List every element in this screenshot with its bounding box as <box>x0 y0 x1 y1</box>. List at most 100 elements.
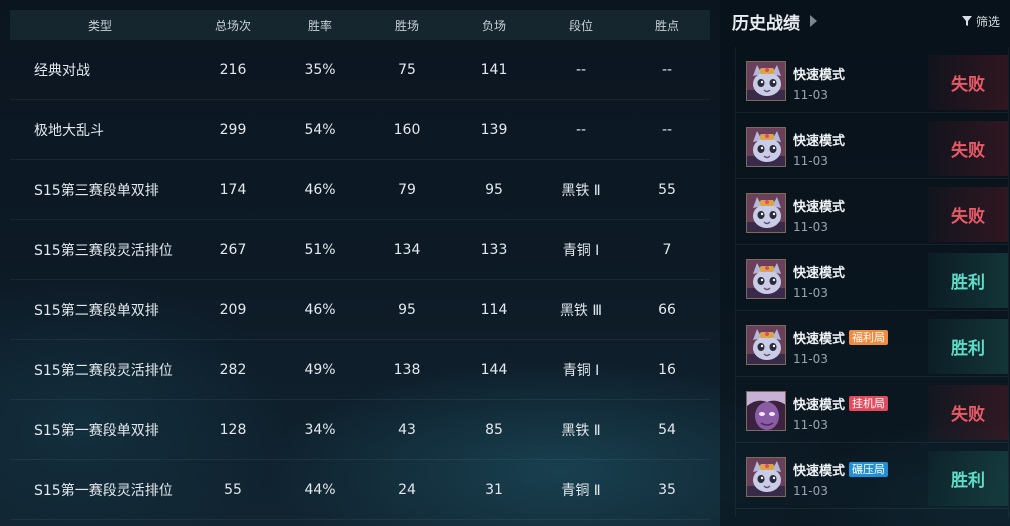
match-mode: 快速模式 碾压局 <box>793 460 889 479</box>
champion-avatar <box>746 193 786 233</box>
match-tag-badge: 挂机局 <box>849 396 889 411</box>
match-list: 快速模式 11-03 失败 快速模式 11-03 失败 快速模式 11-03 失败 快速模式 11-… <box>735 47 1009 517</box>
cell-lp: 16 <box>658 361 676 378</box>
cell-losses: 85 <box>485 421 503 438</box>
match-item[interactable]: 快速模式 11-03 胜利 <box>736 245 1008 311</box>
result-defeat: 失败 <box>928 385 1008 440</box>
cell-losses: 139 <box>480 121 508 138</box>
cell-rank: 青铜 Ⅰ <box>562 362 600 379</box>
cell-total: 174 <box>219 181 247 198</box>
match-item[interactable]: 快速模式 11-03 失败 <box>736 47 1008 113</box>
cell-type: S15第一赛段单双排 <box>34 422 159 439</box>
match-mode: 快速模式 <box>793 130 845 149</box>
champion-avatar <box>746 61 786 101</box>
table-row: S15第一赛段单双排 128 34% 43 85 黑铁 Ⅱ 54 <box>10 400 710 460</box>
table-row: S15第一赛段灵活排位 55 44% 24 31 青铜 Ⅱ 35 <box>10 460 710 520</box>
cell-rank: -- <box>575 61 587 78</box>
cell-rank: 青铜 Ⅱ <box>561 482 601 499</box>
table-header: 类型 总场次 胜率 胜场 负场 段位 胜点 <box>10 10 710 40</box>
table-row: S15第二赛段灵活排位 282 49% 138 144 青铜 Ⅰ 16 <box>10 340 710 400</box>
header-total: 总场次 <box>214 18 251 33</box>
filter-icon <box>961 16 972 26</box>
cell-lp: 54 <box>658 421 676 438</box>
cell-rank: 青铜 Ⅰ <box>562 242 600 259</box>
cell-total: 216 <box>219 61 247 78</box>
cell-lp: -- <box>661 61 673 78</box>
cell-wins: 160 <box>393 121 421 138</box>
table-row: S15第三赛段单双排 174 46% 79 95 黑铁 Ⅱ 55 <box>10 160 710 220</box>
result-defeat: 失败 <box>928 55 1008 110</box>
cell-wins: 43 <box>398 421 416 438</box>
result-defeat: 失败 <box>928 187 1008 242</box>
cell-type: 极地大乱斗 <box>34 122 104 139</box>
match-history-panel: 历史战绩 筛选 快速模式 11-03 失败 快速模式 11-03 失败 快速模式 11-03 失… <box>720 0 1010 526</box>
cell-total: 299 <box>219 121 247 138</box>
match-date: 11-03 <box>793 352 828 366</box>
cell-winrate: 54% <box>304 121 336 138</box>
match-mode: 快速模式 <box>793 262 845 281</box>
cell-winrate: 46% <box>304 181 336 198</box>
filter-button[interactable]: 筛选 <box>961 13 1000 30</box>
table-row: S15第三赛段灵活排位 267 51% 134 133 青铜 Ⅰ 7 <box>10 220 710 280</box>
cell-losses: 31 <box>485 481 503 498</box>
header-winrate: 胜率 <box>307 18 332 33</box>
match-item[interactable]: 快速模式 挂机局 11-03 失败 <box>736 377 1008 443</box>
cell-winrate: 34% <box>304 421 336 438</box>
cell-rank: 黑铁 Ⅱ <box>561 182 601 199</box>
cell-lp: -- <box>661 121 673 138</box>
cell-wins: 24 <box>398 481 416 498</box>
match-mode: 快速模式 福利局 <box>793 328 889 347</box>
cell-lp: 55 <box>658 181 676 198</box>
match-history-title: 历史战绩 <box>732 13 800 34</box>
table-row: S15第二赛段单双排 209 46% 95 114 黑铁 Ⅲ 66 <box>10 280 710 340</box>
match-mode-label: 快速模式 <box>793 134 846 149</box>
cell-wins: 95 <box>398 301 416 318</box>
match-date: 11-03 <box>793 286 828 300</box>
cell-lp: 7 <box>662 241 672 258</box>
result-victory: 胜利 <box>928 253 1008 308</box>
match-item[interactable]: 快速模式 福利局 11-03 胜利 <box>736 311 1008 377</box>
cell-losses: 144 <box>480 361 508 378</box>
cell-winrate: 46% <box>304 301 336 318</box>
cell-losses: 133 <box>480 241 508 258</box>
header-losses: 负场 <box>481 18 506 33</box>
header-wins: 胜场 <box>394 18 419 33</box>
cell-winrate: 51% <box>304 241 336 258</box>
cell-type: S15第二赛段灵活排位 <box>34 362 173 379</box>
chevron-right-icon[interactable] <box>810 15 817 27</box>
cell-total: 128 <box>219 421 247 438</box>
header-type: 类型 <box>87 18 112 33</box>
result-victory: 胜利 <box>928 451 1008 506</box>
cell-lp: 66 <box>658 301 676 318</box>
champion-avatar <box>746 391 786 431</box>
cell-lp: 35 <box>658 481 676 498</box>
match-item[interactable]: 快速模式 11-03 失败 <box>736 113 1008 179</box>
match-mode-label: 快速模式 <box>793 332 846 347</box>
cell-rank: 黑铁 Ⅲ <box>559 302 603 319</box>
cell-total: 282 <box>219 361 247 378</box>
cell-type: S15第二赛段单双排 <box>34 302 159 319</box>
cell-rank: 黑铁 Ⅱ <box>561 422 601 439</box>
cell-wins: 79 <box>398 181 416 198</box>
match-mode-label: 快速模式 <box>793 200 846 215</box>
cell-winrate: 49% <box>304 361 336 378</box>
cell-wins: 75 <box>398 61 416 78</box>
header-lp: 胜点 <box>654 18 679 33</box>
match-date: 11-03 <box>793 88 828 102</box>
match-item[interactable]: 快速模式 碾压局 11-03 胜利 <box>736 443 1008 509</box>
cell-wins: 134 <box>393 241 421 258</box>
match-mode-label: 快速模式 <box>793 266 846 281</box>
table-row: 极地大乱斗 299 54% 160 139 -- -- <box>10 100 710 160</box>
match-mode-label: 快速模式 <box>793 464 846 479</box>
match-date: 11-03 <box>793 484 828 498</box>
table-row: 经典对战 216 35% 75 141 -- -- <box>10 40 710 100</box>
match-mode-label: 快速模式 <box>793 398 846 413</box>
filter-label: 筛选 <box>975 14 1000 29</box>
cell-rank: -- <box>575 121 587 138</box>
cell-total: 267 <box>219 241 247 258</box>
match-item[interactable]: 快速模式 11-03 失败 <box>736 179 1008 245</box>
result-defeat: 失败 <box>928 121 1008 176</box>
ranked-stats-table: 类型 总场次 胜率 胜场 负场 段位 胜点 经典对战 216 35% 75 141 -- -… <box>10 10 710 520</box>
cell-type: S15第三赛段灵活排位 <box>34 242 173 259</box>
cell-type: S15第三赛段单双排 <box>34 182 159 199</box>
